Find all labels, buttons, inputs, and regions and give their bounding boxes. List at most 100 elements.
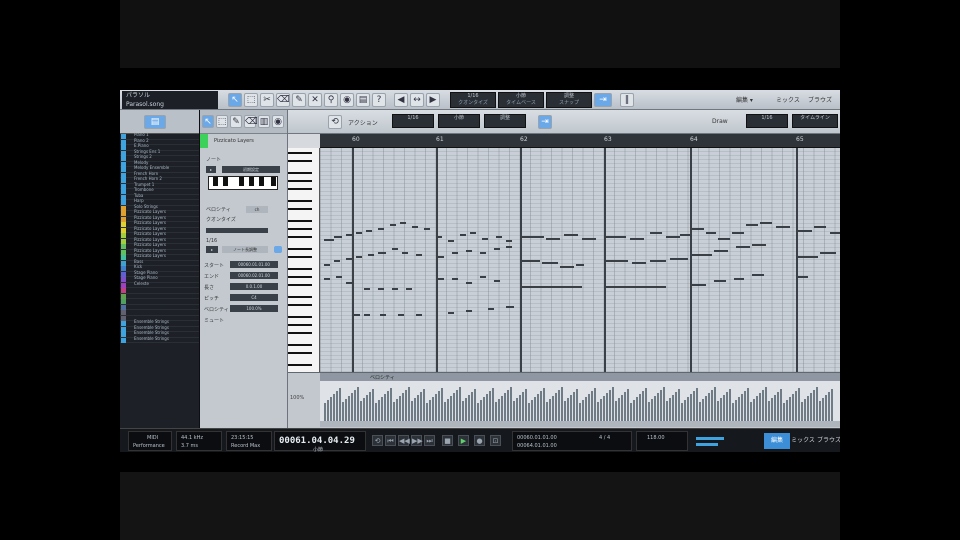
midi-note[interactable] (466, 282, 472, 284)
midi-note[interactable] (390, 224, 396, 226)
midi-note[interactable] (506, 306, 514, 308)
velocity-bar[interactable] (819, 401, 821, 421)
midi-note[interactable] (650, 232, 662, 234)
black-key[interactable] (288, 296, 312, 298)
midi-note[interactable] (718, 238, 730, 240)
midi-note[interactable] (392, 248, 398, 250)
loop-range[interactable]: 00060.01.01.00 00064.01.01.00 4 / 4 (512, 431, 632, 451)
midi-note[interactable] (630, 238, 644, 240)
velocity-bar[interactable] (351, 393, 353, 421)
velocity-bar[interactable] (633, 400, 635, 421)
midi-note[interactable] (506, 240, 512, 242)
editor-snap-icon[interactable]: ⇥ (538, 115, 552, 129)
midi-note[interactable] (346, 234, 352, 236)
quantize-arrow[interactable]: ▸ (206, 246, 218, 253)
midi-note[interactable] (324, 264, 330, 266)
velocity-bar[interactable] (495, 402, 497, 421)
midi-note[interactable] (460, 234, 466, 236)
midi-note[interactable] (356, 256, 362, 258)
tab-mix[interactable]: ミックス (790, 433, 816, 449)
snap-mid-icon[interactable]: ↔ (410, 93, 424, 107)
midi-note[interactable] (378, 288, 384, 290)
velocity-bar[interactable] (735, 400, 737, 421)
velocity-bar[interactable] (597, 402, 599, 421)
velocity-bar[interactable] (705, 396, 707, 421)
velocity-bar[interactable] (390, 388, 392, 421)
midi-note[interactable] (670, 258, 688, 260)
midi-note[interactable] (352, 314, 360, 316)
velocity-bar[interactable] (657, 393, 659, 421)
midi-note[interactable] (494, 280, 500, 282)
velocity-bar[interactable] (756, 396, 758, 421)
velocity-bar[interactable] (822, 398, 824, 421)
arrow-tool-icon[interactable]: ↖ (228, 93, 242, 107)
midi-note[interactable] (692, 254, 712, 256)
velocity-bar[interactable] (768, 401, 770, 421)
velocity-bar[interactable] (555, 393, 557, 421)
editor-timebase-field[interactable]: 小節 (438, 114, 480, 128)
midi-note[interactable] (466, 310, 472, 312)
velocity-bar[interactable] (402, 393, 404, 421)
midi-note[interactable] (324, 239, 334, 241)
midi-note[interactable] (346, 282, 352, 284)
velocity-bar[interactable] (774, 395, 776, 421)
velocity-bar[interactable] (630, 403, 632, 421)
velocity-bar[interactable] (549, 399, 551, 421)
midi-note[interactable] (448, 240, 454, 242)
velocity-bar[interactable] (750, 402, 752, 421)
velocity-bar[interactable] (627, 389, 629, 421)
velocity-bar[interactable] (651, 399, 653, 421)
midi-note[interactable] (364, 288, 370, 290)
velocity-bar[interactable] (810, 393, 812, 421)
velocity-bar[interactable] (747, 388, 749, 421)
midi-note[interactable] (752, 274, 764, 276)
editor-right-field-1[interactable]: 1/16 (746, 114, 788, 128)
midi-note[interactable] (368, 254, 374, 256)
paint-tool-icon-2[interactable]: ▥ (258, 115, 270, 128)
velocity-bar[interactable] (693, 391, 695, 421)
midi-note[interactable] (488, 308, 494, 310)
midi-note[interactable] (448, 312, 454, 314)
velocity-bar[interactable] (732, 403, 734, 421)
velocity-bar[interactable] (492, 388, 494, 421)
velocity-bar[interactable] (471, 392, 473, 421)
punch-icon[interactable]: ⊡ (490, 435, 501, 446)
midi-note[interactable] (576, 264, 584, 266)
velocity-bar[interactable] (378, 400, 380, 421)
velocity-bar[interactable] (570, 395, 572, 421)
black-key[interactable] (288, 256, 312, 258)
black-key[interactable] (288, 236, 312, 238)
velocity-bar[interactable] (543, 388, 545, 421)
velocity-bar[interactable] (465, 398, 467, 421)
inspector-row-value[interactable]: C4 (230, 294, 278, 301)
velocity-bar[interactable] (384, 394, 386, 421)
velocity-bar[interactable] (792, 394, 794, 421)
split-tool-icon[interactable]: ✂ (260, 93, 274, 107)
velocity-bar[interactable] (354, 390, 356, 421)
velocity-bar[interactable] (342, 402, 344, 421)
pencil-tool-icon-2[interactable]: ✎ (230, 115, 242, 128)
velocity-bar[interactable] (780, 389, 782, 421)
editor-right-field-2[interactable]: タイムライン (792, 114, 838, 128)
tab-edit[interactable]: 編集 (764, 433, 790, 449)
midi-note[interactable] (482, 238, 488, 240)
velocity-bar[interactable] (339, 388, 341, 421)
action-menu[interactable]: アクション (348, 118, 378, 127)
velocity-bar[interactable] (441, 388, 443, 421)
velocity-bar[interactable] (603, 396, 605, 421)
midi-note[interactable] (666, 236, 680, 238)
midi-note[interactable] (346, 258, 352, 260)
midi-note[interactable] (452, 252, 458, 254)
midi-note[interactable] (378, 228, 384, 230)
velocity-bar[interactable] (336, 391, 338, 421)
velocity-bar[interactable] (612, 387, 614, 421)
velocity-bar[interactable] (408, 387, 410, 421)
velocity-bar[interactable] (381, 397, 383, 421)
velocity-bar[interactable] (711, 390, 713, 421)
info-icon[interactable] (274, 246, 282, 253)
paint-tool-icon[interactable]: ▤ (356, 93, 370, 107)
velocity-bar[interactable] (576, 389, 578, 421)
velocity-bar[interactable] (777, 392, 779, 421)
velocity-bar[interactable] (432, 397, 434, 421)
rewind-start-icon[interactable]: ⏮ (385, 435, 396, 446)
